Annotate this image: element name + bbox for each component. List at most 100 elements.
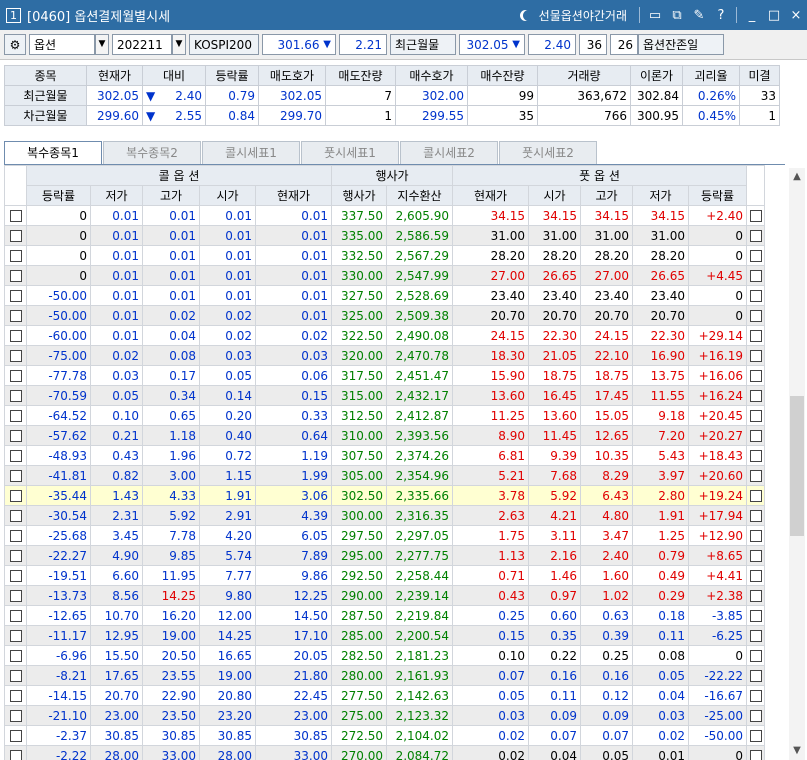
checkbox-icon[interactable]: [9, 450, 22, 462]
checkbox-icon[interactable]: [9, 510, 22, 522]
maximize-icon[interactable]: □: [763, 0, 785, 30]
row-checkbox[interactable]: [746, 665, 765, 686]
checkbox-icon[interactable]: [9, 430, 22, 442]
table-row[interactable]: -35.44 1.43 4.33 1.91 3.06 302.50 2,335.66 3.78…: [4, 485, 765, 506]
row-checkbox[interactable]: [746, 725, 765, 746]
row-checkbox[interactable]: [4, 245, 27, 266]
row-checkbox[interactable]: [4, 525, 27, 546]
row-checkbox[interactable]: [4, 625, 27, 646]
checkbox-icon[interactable]: [749, 270, 762, 282]
checkbox-icon[interactable]: [9, 750, 22, 760]
row-checkbox[interactable]: [746, 545, 765, 566]
table-row[interactable]: -2.37 30.85 30.85 30.85 30.85 272.50 2,104.02 0…: [4, 725, 765, 746]
table-row[interactable]: -60.00 0.01 0.04 0.02 0.02 322.50 2,490.08 24.1…: [4, 325, 765, 346]
checkbox-icon[interactable]: [9, 230, 22, 242]
checkbox-icon[interactable]: [9, 210, 22, 222]
tab-multi-1[interactable]: 복수종목1: [4, 141, 102, 164]
checkbox-icon[interactable]: [749, 390, 762, 402]
table-row[interactable]: -21.10 23.00 23.50 23.20 23.00 275.00 2,123.32…: [4, 705, 765, 726]
row-checkbox[interactable]: [746, 345, 765, 366]
night-trading-link[interactable]: 선물옵션야간거래: [519, 7, 627, 24]
row-checkbox[interactable]: [746, 225, 765, 246]
minimize-icon[interactable]: _: [741, 0, 763, 30]
table-row[interactable]: -13.73 8.56 14.25 9.80 12.25 290.00 2,239.14 0.…: [4, 585, 765, 606]
table-row[interactable]: -25.68 3.45 7.78 4.20 6.05 297.50 2,297.05 1.75…: [4, 525, 765, 546]
checkbox-icon[interactable]: [9, 550, 22, 562]
row-checkbox[interactable]: [4, 225, 27, 246]
row-checkbox[interactable]: [4, 265, 27, 286]
checkbox-icon[interactable]: [9, 470, 22, 482]
edit-icon[interactable]: ✎: [688, 0, 710, 30]
table-row[interactable]: -41.81 0.82 3.00 1.15 1.99 305.00 2,354.96 5.21…: [4, 465, 765, 486]
checkbox-icon[interactable]: [9, 490, 22, 502]
checkbox-icon[interactable]: [749, 350, 762, 362]
table-row[interactable]: -6.96 15.50 20.50 16.65 20.05 282.50 2,181.23 0…: [4, 645, 765, 666]
checkbox-icon[interactable]: [9, 310, 22, 322]
row-checkbox[interactable]: [746, 365, 765, 386]
row-checkbox[interactable]: [746, 305, 765, 326]
row-checkbox[interactable]: [746, 705, 765, 726]
checkbox-icon[interactable]: [9, 650, 22, 662]
checkbox-icon[interactable]: [9, 390, 22, 402]
checkbox-icon[interactable]: [749, 730, 762, 742]
row-checkbox[interactable]: [4, 305, 27, 326]
row-checkbox[interactable]: [4, 585, 27, 606]
row-checkbox[interactable]: [746, 405, 765, 426]
row-checkbox[interactable]: [746, 565, 765, 586]
checkbox-icon[interactable]: [749, 570, 762, 582]
checkbox-icon[interactable]: [9, 250, 22, 262]
table-row[interactable]: -12.65 10.70 16.20 12.00 14.50 287.50 2,219.84…: [4, 605, 765, 626]
row-checkbox[interactable]: [746, 205, 765, 226]
row-checkbox[interactable]: [4, 745, 27, 760]
checkbox-icon[interactable]: [9, 350, 22, 362]
checkbox-icon[interactable]: [9, 570, 22, 582]
table-row[interactable]: -64.52 0.10 0.65 0.20 0.33 312.50 2,412.87 11.2…: [4, 405, 765, 426]
checkbox-icon[interactable]: [749, 610, 762, 622]
row-checkbox[interactable]: [4, 725, 27, 746]
settings-gear-icon[interactable]: ⚙: [4, 34, 26, 55]
type-select[interactable]: 옵션: [29, 34, 95, 55]
row-checkbox[interactable]: [4, 605, 27, 626]
checkbox-icon[interactable]: [749, 450, 762, 462]
table-row[interactable]: 0 0.01 0.01 0.01 0.01 337.50 2,605.90 34.15 34.1…: [4, 205, 765, 226]
table-row[interactable]: -14.15 20.70 22.90 20.80 22.45 277.50 2,142.63…: [4, 685, 765, 706]
checkbox-icon[interactable]: [749, 750, 762, 760]
checkbox-icon[interactable]: [749, 630, 762, 642]
checkbox-icon[interactable]: [749, 230, 762, 242]
copy-window-icon[interactable]: ⧉: [666, 0, 688, 30]
checkbox-icon[interactable]: [9, 370, 22, 382]
table-row[interactable]: -8.21 17.65 23.55 19.00 21.80 280.00 2,161.93 0…: [4, 665, 765, 686]
table-row[interactable]: -70.59 0.05 0.34 0.14 0.15 315.00 2,432.17 13.6…: [4, 385, 765, 406]
row-checkbox[interactable]: [4, 665, 27, 686]
tab-multi-2[interactable]: 복수종목2: [103, 141, 201, 164]
row-checkbox[interactable]: [4, 405, 27, 426]
table-row[interactable]: -77.78 0.03 0.17 0.05 0.06 317.50 2,451.47 15.9…: [4, 365, 765, 386]
checkbox-icon[interactable]: [749, 590, 762, 602]
row-checkbox[interactable]: [4, 465, 27, 486]
row-checkbox[interactable]: [746, 685, 765, 706]
table-row[interactable]: -50.00 0.01 0.01 0.01 0.01 327.50 2,528.69 23.4…: [4, 285, 765, 306]
row-checkbox[interactable]: [746, 425, 765, 446]
row-checkbox[interactable]: [4, 545, 27, 566]
row-checkbox[interactable]: [4, 365, 27, 386]
row-checkbox[interactable]: [746, 325, 765, 346]
checkbox-icon[interactable]: [9, 670, 22, 682]
scroll-up-icon[interactable]: ▲: [789, 168, 805, 186]
checkbox-icon[interactable]: [9, 730, 22, 742]
table-row[interactable]: -50.00 0.01 0.02 0.02 0.01 325.00 2,509.38 20.7…: [4, 305, 765, 326]
checkbox-icon[interactable]: [749, 330, 762, 342]
checkbox-icon[interactable]: [9, 530, 22, 542]
table-row[interactable]: -75.00 0.02 0.08 0.03 0.03 320.00 2,470.78 18.3…: [4, 345, 765, 366]
checkbox-icon[interactable]: [9, 710, 22, 722]
row-checkbox[interactable]: [4, 505, 27, 526]
row-checkbox[interactable]: [746, 285, 765, 306]
row-checkbox[interactable]: [746, 445, 765, 466]
checkbox-icon[interactable]: [749, 210, 762, 222]
checkbox-icon[interactable]: [749, 650, 762, 662]
row-checkbox[interactable]: [746, 625, 765, 646]
table-row[interactable]: -19.51 6.60 11.95 7.77 9.86 292.50 2,258.44 0.7…: [4, 565, 765, 586]
row-checkbox[interactable]: [746, 485, 765, 506]
month-dropdown-chevron-icon[interactable]: ▼: [172, 34, 186, 55]
checkbox-icon[interactable]: [749, 530, 762, 542]
checkbox-icon[interactable]: [749, 370, 762, 382]
